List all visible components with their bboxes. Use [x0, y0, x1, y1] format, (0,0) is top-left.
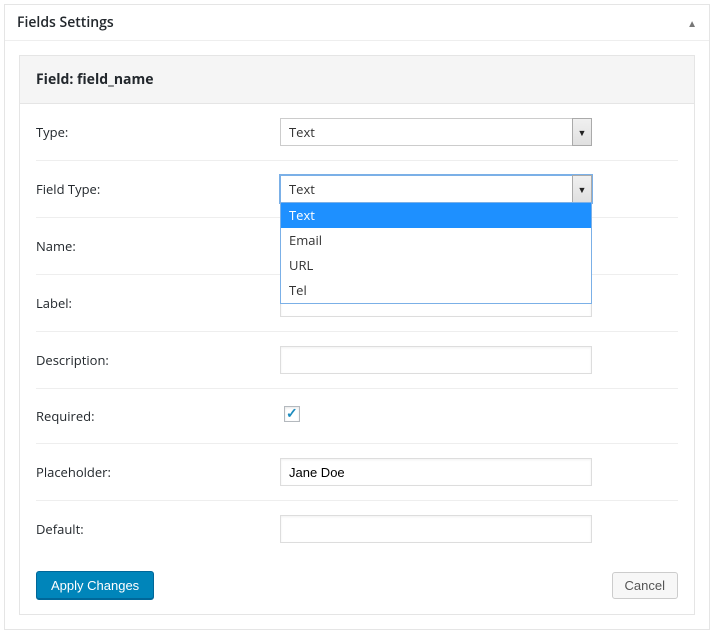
field-type-select[interactable]: Text ▼ Text Email URL Tel [280, 175, 592, 203]
row-description: Description: [36, 332, 678, 389]
label-description: Description: [36, 351, 280, 369]
control-field-type: Text ▼ Text Email URL Tel [280, 175, 678, 203]
label-label: Label: [36, 294, 280, 312]
collapse-icon[interactable]: ▲ [687, 16, 697, 30]
chevron-down-icon[interactable]: ▼ [572, 118, 592, 146]
label-placeholder: Placeholder: [36, 463, 280, 481]
field-card: Field: field_name Type: Text ▼ Field Typ… [19, 55, 695, 615]
row-placeholder: Placeholder: [36, 444, 678, 501]
option-text[interactable]: Text [281, 203, 591, 228]
placeholder-input[interactable] [280, 458, 592, 486]
description-input[interactable] [280, 346, 592, 374]
control-placeholder [280, 458, 678, 486]
cancel-button[interactable]: Cancel [612, 572, 678, 599]
label-type: Type: [36, 123, 280, 141]
card-title: Field: field_name [36, 70, 678, 89]
apply-button[interactable]: Apply Changes [36, 571, 154, 600]
control-default [280, 515, 678, 543]
type-select[interactable]: Text ▼ [280, 118, 592, 146]
label-default: Default: [36, 520, 280, 538]
default-input[interactable] [280, 515, 592, 543]
label-name: Name: [36, 237, 280, 255]
control-type: Text ▼ [280, 118, 678, 146]
panel-body: Field: field_name Type: Text ▼ Field Typ… [5, 41, 709, 629]
row-type: Type: Text ▼ [36, 104, 678, 161]
row-required: Required: [36, 389, 678, 444]
label-field-type: Field Type: [36, 180, 280, 198]
option-email[interactable]: Email [281, 228, 591, 253]
required-checkbox[interactable] [284, 406, 300, 422]
settings-panel: Fields Settings ▲ Field: field_name Type… [4, 4, 710, 630]
chevron-down-icon[interactable]: ▼ [572, 175, 592, 203]
row-field-type: Field Type: Text ▼ Text Email URL Tel [36, 161, 678, 218]
control-description [280, 346, 678, 374]
option-url[interactable]: URL [281, 253, 591, 278]
row-default: Default: [36, 501, 678, 557]
field-type-dropdown: Text Email URL Tel [280, 202, 592, 304]
option-tel[interactable]: Tel [281, 278, 591, 303]
panel-title: Fields Settings [17, 13, 114, 32]
field-type-select-value: Text [280, 175, 592, 203]
card-body: Type: Text ▼ Field Type: Text ▼ [20, 104, 694, 557]
type-select-value: Text [280, 118, 592, 146]
label-required: Required: [36, 407, 280, 425]
control-required [280, 403, 678, 429]
panel-header: Fields Settings ▲ [5, 5, 709, 41]
card-header: Field: field_name [20, 56, 694, 104]
card-footer: Apply Changes Cancel [20, 557, 694, 614]
